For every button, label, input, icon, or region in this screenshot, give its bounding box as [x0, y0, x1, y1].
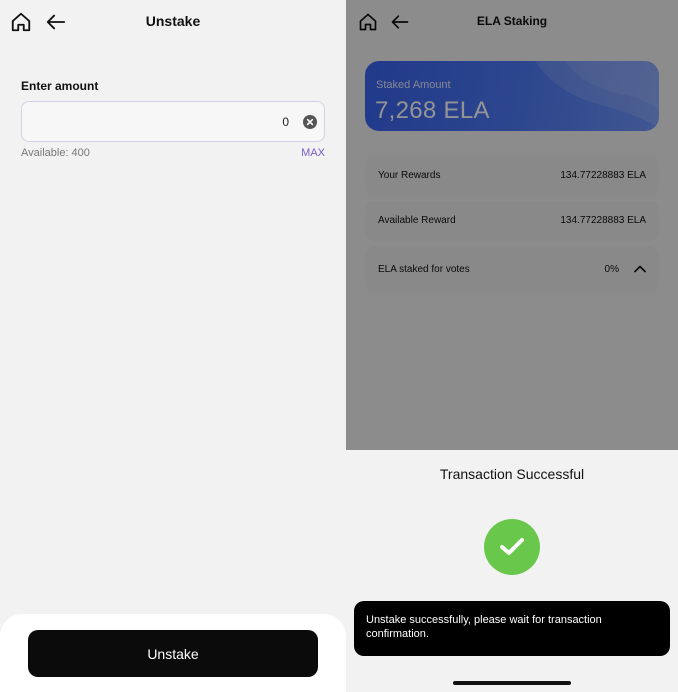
- success-badge: [484, 519, 540, 575]
- amount-input[interactable]: 0: [21, 101, 325, 142]
- amount-label: Enter amount: [21, 79, 99, 93]
- checkmark-icon: [500, 538, 524, 555]
- max-button[interactable]: MAX: [301, 147, 325, 159]
- staking-screen: ELA Staking Staked Amount 7,268 ELA Your…: [346, 0, 678, 692]
- toast-message: Unstake successfully, please wait for tr…: [354, 601, 670, 656]
- modal-overlay[interactable]: [346, 0, 678, 450]
- unstake-header: Unstake: [0, 0, 346, 44]
- amount-value: 0: [282, 115, 289, 129]
- page-title: Unstake: [145, 13, 201, 29]
- unstake-screen: Unstake Enter amount 0 Available: 400 MA…: [0, 0, 346, 692]
- available-balance: Available: 400: [21, 147, 90, 159]
- sheet-title: Transaction Successful: [439, 466, 585, 482]
- unstake-button[interactable]: Unstake: [28, 630, 318, 677]
- home-indicator[interactable]: [453, 681, 571, 685]
- clear-circle-icon[interactable]: [303, 115, 317, 129]
- footer: Unstake: [0, 614, 346, 692]
